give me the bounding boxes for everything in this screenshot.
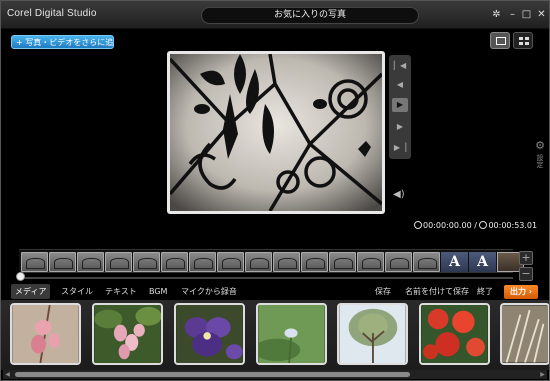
timeline-clip[interactable] — [189, 252, 216, 272]
previous-frame-button[interactable]: ◀ — [392, 78, 408, 92]
timeline-clip[interactable] — [357, 252, 384, 272]
media-thumbnail-dried-grass[interactable] — [500, 303, 549, 365]
plus-icon: + — [16, 38, 23, 47]
scroll-right-icon[interactable]: ▶ — [538, 370, 547, 379]
play-button[interactable]: ▶ — [392, 98, 408, 112]
time-separator: / — [471, 221, 480, 230]
settings-label: 設定 — [536, 154, 544, 168]
title-bar: Corel Digital Studio お気に入りの写真 ✲ – □ ✕ — [1, 1, 549, 29]
timecode: 00:00:00.00 / 00:00:53.01 — [414, 221, 537, 230]
close-button[interactable]: ✕ — [536, 9, 547, 20]
save-as-button[interactable]: 名前を付けて保存 — [401, 284, 473, 299]
timeline-track: A A — [21, 252, 524, 272]
add-media-label: 写真・ビデオをさらに追加 — [25, 38, 114, 47]
purple-pansy-image — [176, 305, 243, 363]
timeline-clip[interactable] — [21, 252, 48, 272]
timeline-clip[interactable] — [245, 252, 272, 272]
gear-icon: ⚙ — [535, 139, 545, 152]
tab-text[interactable]: テキスト — [101, 284, 141, 299]
timeline-clip[interactable] — [105, 252, 132, 272]
timeline-clip[interactable] — [133, 252, 160, 272]
arrow-right-icon: › — [528, 287, 533, 296]
scroll-left-icon[interactable]: ◀ — [3, 370, 12, 379]
zoom-out-button[interactable]: − — [519, 267, 533, 281]
zoom-in-button[interactable]: + — [519, 251, 533, 265]
tab-style[interactable]: スタイル — [57, 284, 97, 299]
white-flower-bud-image — [258, 305, 325, 363]
timeline-clip[interactable] — [77, 252, 104, 272]
timeline-clip[interactable] — [217, 252, 244, 272]
time-current: 00:00:00.00 — [423, 221, 472, 230]
media-thumbnail-pink-flowers[interactable] — [92, 303, 163, 365]
media-thumbnail-purple-pansy[interactable] — [174, 303, 245, 365]
output-button[interactable]: 出力 › — [504, 285, 538, 299]
pink-flowers-image — [94, 305, 161, 363]
time-total: 00:00:53.01 — [488, 221, 538, 230]
storyboard-timeline[interactable]: A A — [19, 249, 524, 273]
library-scrollbar[interactable]: ◀ ▶ — [3, 370, 547, 379]
timeline-clip[interactable] — [385, 252, 412, 272]
clock-icon — [414, 221, 422, 229]
add-media-button[interactable]: + 写真・ビデオをさらに追加 — [11, 35, 114, 49]
maximize-button[interactable]: □ — [521, 9, 532, 20]
playback-controls: ▏◀ ◀ ▶ ▶ ▶▕ — [389, 55, 411, 159]
help-icon[interactable]: ✲ — [491, 9, 502, 20]
tab-bgm[interactable]: BGM — [145, 284, 171, 299]
single-view-button[interactable] — [490, 32, 510, 49]
tree-image — [339, 305, 406, 363]
media-thumbnail-white-flower-bud[interactable] — [256, 303, 327, 365]
volume-icon[interactable]: ◀) — [393, 189, 405, 200]
monitor-icon — [496, 37, 506, 45]
settings-panel-toggle[interactable]: ⚙ 設定 — [533, 139, 547, 168]
minimize-button[interactable]: – — [507, 9, 518, 20]
timeline-clip[interactable] — [301, 252, 328, 272]
tab-media[interactable]: メディア — [11, 284, 51, 299]
next-frame-button[interactable]: ▶ — [392, 120, 408, 134]
go-to-end-button[interactable]: ▶▕ — [392, 141, 408, 155]
cherry-blossom-image — [12, 305, 79, 363]
scrub-track[interactable] — [21, 277, 513, 279]
output-label: 出力 — [509, 287, 526, 296]
red-dahlias-image — [421, 305, 488, 363]
timeline-clip[interactable] — [329, 252, 356, 272]
grid-icon — [519, 37, 529, 45]
app-window: Corel Digital Studio お気に入りの写真 ✲ – □ ✕ + … — [0, 0, 550, 381]
project-title-field[interactable]: お気に入りの写真 — [201, 7, 419, 24]
timeline-clip[interactable] — [161, 252, 188, 272]
finish-button[interactable]: 終了 — [473, 284, 497, 299]
clock-icon — [479, 221, 488, 229]
scrollbar-thumb[interactable] — [15, 372, 410, 377]
preview-image — [170, 54, 382, 211]
media-library — [1, 300, 549, 370]
media-thumbnail-cherry-blossom[interactable] — [10, 303, 81, 365]
timeline-clip[interactable] — [49, 252, 76, 272]
dried-grass-image — [502, 305, 548, 363]
media-thumbnail-red-dahlias[interactable] — [419, 303, 490, 365]
timeline-text-clip[interactable]: A — [469, 252, 496, 272]
timeline-clip[interactable] — [413, 252, 440, 272]
go-to-start-button[interactable]: ▏◀ — [392, 59, 408, 73]
playhead-handle[interactable] — [16, 272, 25, 281]
preview-window[interactable] — [167, 51, 385, 214]
tab-bar: メディア スタイル テキスト BGM マイクから録音 保存 名前を付けて保存 終… — [1, 284, 549, 299]
app-title: Corel Digital Studio — [7, 8, 97, 19]
save-button[interactable]: 保存 — [371, 284, 395, 299]
tab-record-mic[interactable]: マイクから録音 — [177, 284, 241, 299]
media-thumbnail-tree[interactable] — [337, 303, 408, 365]
timeline-text-clip[interactable]: A — [441, 252, 468, 272]
timeline-clip[interactable] — [273, 252, 300, 272]
grid-view-button[interactable] — [513, 32, 533, 49]
